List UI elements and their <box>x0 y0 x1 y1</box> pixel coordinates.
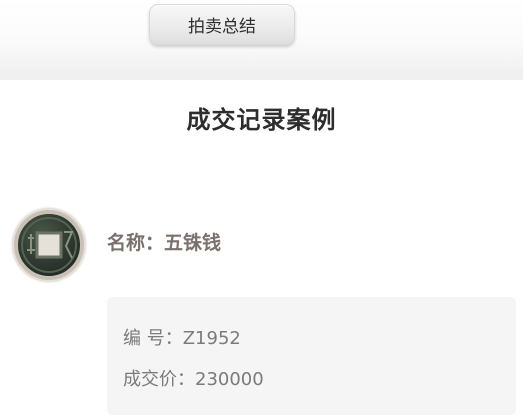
item-number: 编 号：Z1952 <box>123 328 241 349</box>
auction-summary-label: 拍卖总结 <box>188 17 256 37</box>
page-title: 成交记录案例 <box>186 106 337 134</box>
wuzhu-coin-icon <box>12 208 86 282</box>
transaction-info-card: 编 号：Z1952 成交价：230000 <box>107 297 516 415</box>
auction-summary-button[interactable]: 拍卖总结 <box>149 4 295 45</box>
section-divider <box>0 70 523 80</box>
item-name: 名称：五铢钱 <box>107 232 222 254</box>
transaction-price: 成交价：230000 <box>123 369 264 390</box>
